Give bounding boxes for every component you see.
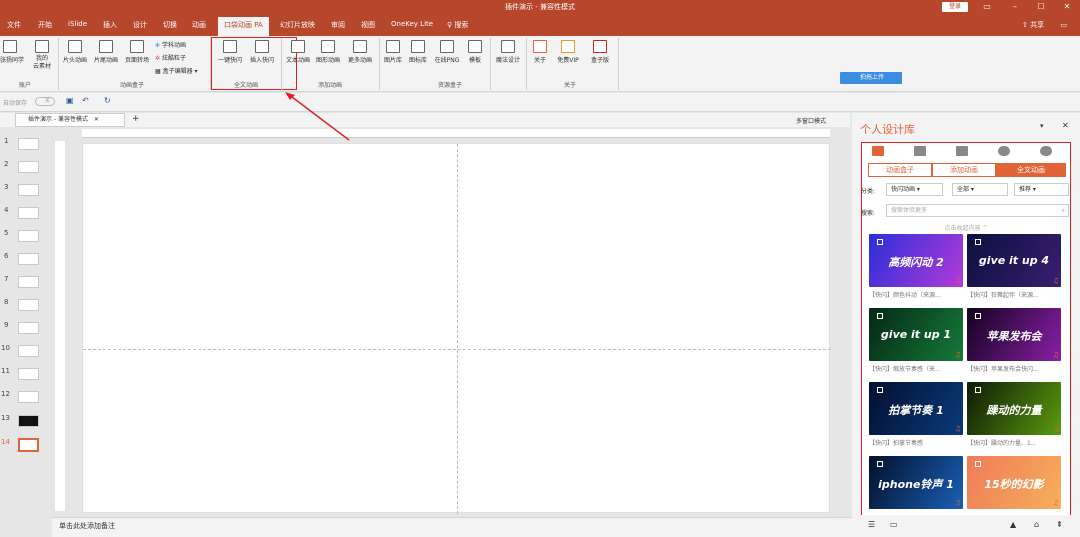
window-icon[interactable]: ▭ [890,520,898,529]
music-note-icon: ♫ [954,277,961,285]
filter-select[interactable]: 全部 ▾ [952,183,1008,196]
pane-title: 个人设计库 [860,123,915,136]
sort-value: 推荐 [1019,186,1032,193]
card-caption: 【快闪】颜色抖动（来源... [869,292,941,299]
music-note-icon: ♫ [1052,277,1059,285]
tab-add-animation[interactable]: 添加动画 [932,163,996,177]
graduation-icon[interactable]: ▲ [1010,520,1016,529]
pane-close-icon[interactable]: ✕ [1062,121,1069,130]
filter-value: 全部 [957,186,970,193]
logo-icon [877,313,883,319]
animation-card[interactable]: give it up 1 ♫ [869,308,963,361]
card-title: iphone铃声 1 [878,478,954,491]
animation-card[interactable]: 15秒的幻影 ♫ [967,456,1061,509]
logo-icon [975,461,981,467]
category-label: 分类: [861,188,876,195]
animation-box-icon[interactable] [872,146,884,156]
search-label: 搜索: [861,210,876,217]
card-title: 躁动的力量 [986,404,1042,417]
pin-icon[interactable]: ⇞ [1056,520,1063,529]
image-icon[interactable] [956,146,968,156]
card-caption: 【快闪】拍掌节奏感 [869,440,924,447]
card-title: 苹果发布会 [986,330,1042,343]
logo-icon [975,313,981,319]
location-icon[interactable] [998,146,1010,156]
music-note-icon: ♫ [1052,425,1059,433]
logo-icon [877,239,883,245]
tab-full-animation[interactable]: 全文动画 [996,163,1066,177]
music-note-icon: ♫ [954,499,961,507]
search-icon[interactable]: ⌕ [1062,205,1065,216]
collapse-toggle[interactable]: 点击收起内容 ^ [862,223,1070,232]
notes-area[interactable]: 单击此处添加备注 [52,517,852,537]
music-note-icon: ♫ [954,351,961,359]
logo-icon [877,387,883,393]
music-note-icon: ♫ [1052,351,1059,359]
animation-card[interactable]: 躁动的力量 ♫ [967,382,1061,435]
card-caption: 【快闪】狂舞起伴（来源... [967,292,1039,299]
card-caption: 【快闪】苹果发布会快闪... [967,366,1039,373]
search-placeholder: 搜索体验更多 [891,207,928,214]
logo-icon [975,239,981,245]
animation-card[interactable]: 拍掌节奏 1 ♫ [869,382,963,435]
library-panel: 动画盒子 添加动画 全文动画 分类: 快闪动画 ▾ 全部 ▾ 推荐 ▾ 搜索: … [861,142,1071,517]
logo-icon [975,387,981,393]
tab-animation-box[interactable]: 动画盒子 [868,163,932,177]
design-library-pane: 个人设计库 ▾ ✕ 动画盒子 添加动画 全文动画 分类: 快闪动画 ▾ 全部 ▾… [852,113,1080,537]
menu-icon[interactable]: ☰ [868,520,875,529]
card-title: 高频闪动 2 [888,256,944,269]
sort-select[interactable]: 推荐 ▾ [1014,183,1069,196]
card-title: 15秒的幻影 [984,478,1044,491]
notes-placeholder: 单击此处添加备注 [59,522,115,530]
animation-card[interactable]: iphone铃声 1 ♫ [869,456,963,509]
pane-options-icon[interactable]: ▾ [1040,122,1044,130]
user-icon[interactable] [1040,146,1052,156]
animation-card[interactable]: 苹果发布会 ♫ [967,308,1061,361]
music-note-icon: ♫ [1052,499,1059,507]
animation-card[interactable]: 高频闪动 2 ♫ [869,234,963,287]
logo-icon [877,461,883,467]
card-title: give it up 4 [978,254,1050,267]
card-caption: 【快闪】缩放节奏感（来... [869,366,941,373]
pane-footer: ☰ ▭ ▲ ⌂ ⇞ [852,515,1080,537]
card-title: 拍掌节奏 1 [888,404,944,417]
animation-card[interactable]: give it up 4 ♫ [967,234,1061,287]
search-input[interactable]: 搜索体验更多 ⌕ [886,204,1069,217]
monitor-icon[interactable] [914,146,926,156]
category-select[interactable]: 快闪动画 ▾ [886,183,943,196]
category-value: 快闪动画 [891,186,916,193]
home-icon[interactable]: ⌂ [1034,520,1039,529]
music-note-icon: ♫ [954,425,961,433]
card-caption: 【快闪】躁动的力量、1... [967,440,1037,447]
card-title: give it up 1 [880,328,952,341]
